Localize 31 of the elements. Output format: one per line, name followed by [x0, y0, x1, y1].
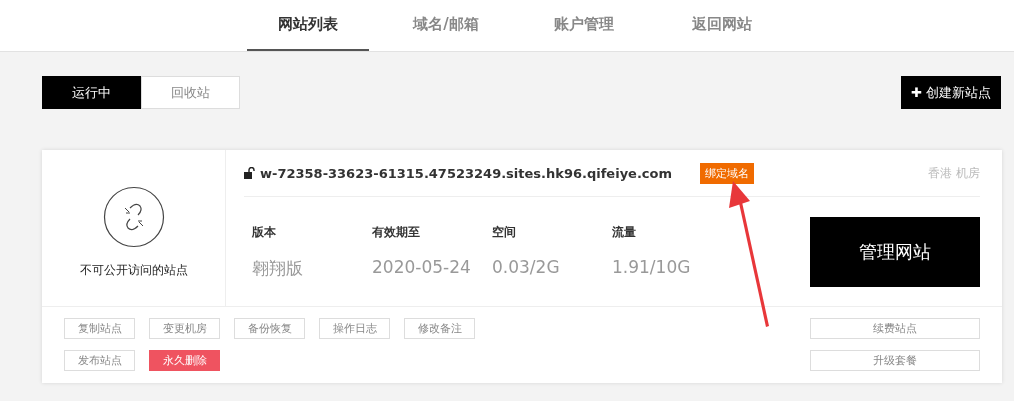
stat-value: 2020-05-24 — [372, 257, 472, 277]
create-site-button[interactable]: ✚ 创建新站点 — [900, 76, 1001, 109]
action-button[interactable]: 续费站点 — [810, 318, 980, 339]
action-button[interactable]: 备份恢复 — [234, 318, 305, 339]
nav-tab[interactable]: 返回网站 — [661, 0, 783, 51]
stat-label: 流量 — [612, 224, 637, 241]
stat-value: 翱翔版 — [252, 257, 304, 280]
filter-tab[interactable]: 回收站 — [141, 76, 240, 109]
unlocked-lock-icon — [244, 167, 255, 179]
action-button[interactable]: 发布站点 — [64, 350, 135, 371]
action-button[interactable]: 操作日志 — [319, 318, 390, 339]
broken-link-icon — [102, 185, 165, 248]
action-button[interactable]: 升级套餐 — [810, 350, 980, 371]
stat-value: 0.03/2G — [492, 257, 561, 277]
action-button[interactable]: 永久删除 — [149, 350, 220, 371]
stat-value: 1.91/10G — [612, 257, 692, 277]
manage-site-button[interactable]: 管理网站 — [810, 217, 980, 287]
site-status: 不可公开访问的站点 — [79, 261, 188, 279]
stat-label: 空间 — [492, 224, 517, 241]
site-domain: w-72358-33623-61315.47523249.sites.hk96.qifeiye.com — [260, 165, 673, 181]
nav-tab[interactable]: 网站列表 — [247, 0, 369, 51]
nav-tab[interactable]: 域名/邮箱 — [385, 0, 507, 51]
stat-label: 有效期至 — [372, 224, 421, 241]
server-location: 香港 机房 — [928, 164, 980, 182]
bind-domain-link[interactable]: 绑定域名 — [700, 162, 755, 184]
action-button[interactable]: 复制站点 — [64, 318, 135, 339]
nav-tab[interactable]: 账户管理 — [523, 0, 645, 51]
stat-label: 版本 — [252, 224, 277, 241]
action-button[interactable]: 变更机房 — [149, 318, 220, 339]
action-button[interactable]: 修改备注 — [404, 318, 475, 339]
filter-tab[interactable]: 运行中 — [42, 76, 141, 109]
